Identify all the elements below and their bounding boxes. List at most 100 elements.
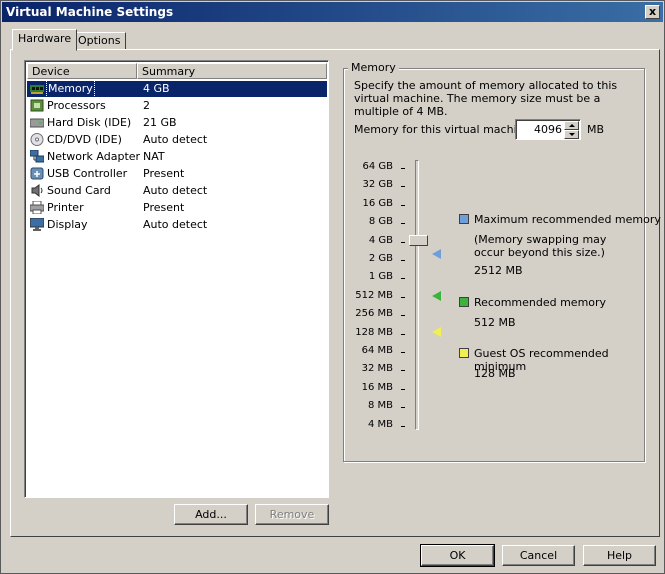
scale-tick xyxy=(401,168,405,169)
device-summary: NAT xyxy=(143,150,165,163)
memory-icon xyxy=(30,82,44,95)
scale-tick xyxy=(401,241,405,243)
scale-label: 4 GB xyxy=(368,234,393,246)
scale-tick xyxy=(401,278,405,280)
close-button[interactable]: x xyxy=(645,5,660,19)
device-row-cd-dvd[interactable]: CD/DVD (IDE) Auto detect xyxy=(27,132,327,148)
scale-label: 32 MB xyxy=(361,363,393,375)
max-recommended-title: Maximum recommended memory xyxy=(474,213,661,226)
max-recommended-marker xyxy=(432,249,441,259)
scale-tick xyxy=(401,333,405,335)
scale-label: 4 MB xyxy=(367,418,393,430)
memory-field-label: Memory for this virtual machine: xyxy=(354,123,535,136)
device-summary: 21 GB xyxy=(143,116,177,129)
scale-tick xyxy=(401,260,405,261)
memory-value[interactable]: 4096 xyxy=(534,123,562,136)
recommended-title: Recommended memory xyxy=(474,296,607,309)
device-name: USB Controller xyxy=(47,167,128,180)
device-row-sound-card[interactable]: Sound Card Auto detect xyxy=(27,183,327,199)
max-recommended-swatch xyxy=(459,214,469,224)
scale-label: 256 MB xyxy=(355,308,393,320)
settings-window: Virtual Machine Settings x Hardware Opti… xyxy=(0,0,665,574)
memory-description: Specify the amount of memory allocated t… xyxy=(354,79,618,118)
remove-button[interactable]: Remove xyxy=(255,504,329,525)
recommended-value: 512 MB xyxy=(474,316,516,329)
device-list[interactable]: Device Summary Memory 4 GB Processors 2 … xyxy=(24,60,329,498)
guest-min-swatch xyxy=(459,348,469,358)
max-recommended-value: 2512 MB xyxy=(474,264,523,277)
device-summary: Present xyxy=(143,201,185,214)
scale-tick xyxy=(401,352,405,353)
device-name: Network Adapter xyxy=(47,150,141,163)
scale-label: 2 GB xyxy=(368,253,393,264)
cancel-button[interactable]: Cancel xyxy=(502,545,575,566)
recommended-marker xyxy=(432,291,441,301)
device-name: Memory xyxy=(46,80,95,98)
scale-tick xyxy=(401,407,405,409)
scale-label: 16 MB xyxy=(361,381,393,393)
max-recommended-note: (Memory swapping may occur beyond this s… xyxy=(474,233,607,259)
device-row-memory[interactable]: Memory 4 GB xyxy=(27,80,327,98)
scale-label: 32 GB xyxy=(362,179,393,191)
scale-tick xyxy=(401,425,405,427)
scale-tick xyxy=(401,315,405,317)
usb-icon xyxy=(30,167,44,180)
device-name: CD/DVD (IDE) xyxy=(47,133,122,146)
device-summary: Present xyxy=(143,167,185,180)
scale-label: 512 MB xyxy=(355,289,393,301)
memory-spinbox[interactable]: 4096 xyxy=(515,119,581,140)
scale-label: 1 GB xyxy=(368,271,393,283)
recommended-swatch xyxy=(459,297,469,307)
network-adapter-icon xyxy=(29,149,45,163)
device-summary: Auto detect xyxy=(143,218,208,231)
device-row-printer[interactable]: Printer Present xyxy=(27,200,327,216)
device-row-hard-disk[interactable]: Hard Disk (IDE) 21 GB xyxy=(27,115,327,131)
printer-icon xyxy=(29,200,45,215)
scale-label: 64 GB xyxy=(362,161,393,172)
device-name: Display xyxy=(47,218,88,231)
display-icon xyxy=(29,217,45,231)
scale-tick xyxy=(401,223,405,225)
device-name: Printer xyxy=(47,201,84,214)
help-button[interactable]: Help xyxy=(583,545,656,566)
sound-card-icon xyxy=(30,184,44,197)
device-row-network-adapter[interactable]: Network Adapter NAT xyxy=(27,149,327,165)
tab-hardware[interactable]: Hardware xyxy=(12,29,78,51)
title-bar[interactable]: Virtual Machine Settings x xyxy=(2,2,663,22)
tab-options[interactable]: Options xyxy=(72,32,127,50)
column-header-summary[interactable]: Summary xyxy=(137,63,327,79)
add-button[interactable]: Add... xyxy=(174,504,248,525)
memory-slider-track[interactable] xyxy=(415,160,419,430)
scale-label: 128 MB xyxy=(355,326,393,338)
cd-dvd-icon xyxy=(30,133,44,146)
memory-group-title: Memory xyxy=(348,61,399,74)
scale-label: 64 MB xyxy=(361,345,393,356)
memory-slider-thumb[interactable] xyxy=(409,235,428,246)
scale-tick xyxy=(401,186,405,188)
device-row-processors[interactable]: Processors 2 xyxy=(27,98,327,114)
scale-label: 8 GB xyxy=(368,216,393,228)
scale-tick xyxy=(401,388,405,390)
scale-tick xyxy=(401,204,405,206)
device-summary: 4 GB xyxy=(143,82,170,95)
device-row-usb-controller[interactable]: USB Controller Present xyxy=(27,166,327,182)
device-summary: 2 xyxy=(143,99,150,112)
memory-unit: MB xyxy=(587,123,605,136)
scale-tick xyxy=(401,370,405,372)
scale-tick xyxy=(401,296,405,298)
ok-button[interactable]: OK xyxy=(420,544,495,567)
column-header-device[interactable]: Device xyxy=(27,63,137,79)
device-summary: Auto detect xyxy=(143,184,208,197)
window-title: Virtual Machine Settings xyxy=(6,5,174,19)
scale-label: 16 GB xyxy=(362,197,393,209)
guest-min-value: 128 MB xyxy=(474,367,516,380)
spin-up-button[interactable] xyxy=(564,121,579,130)
hard-disk-icon xyxy=(29,116,45,129)
device-summary: Auto detect xyxy=(143,133,208,146)
processor-icon xyxy=(30,99,44,112)
guest-min-marker xyxy=(432,327,441,337)
scale-label: 8 MB xyxy=(367,400,393,412)
device-row-display[interactable]: Display Auto detect xyxy=(27,217,327,233)
device-name: Processors xyxy=(47,99,106,112)
spin-down-button[interactable] xyxy=(564,130,579,139)
